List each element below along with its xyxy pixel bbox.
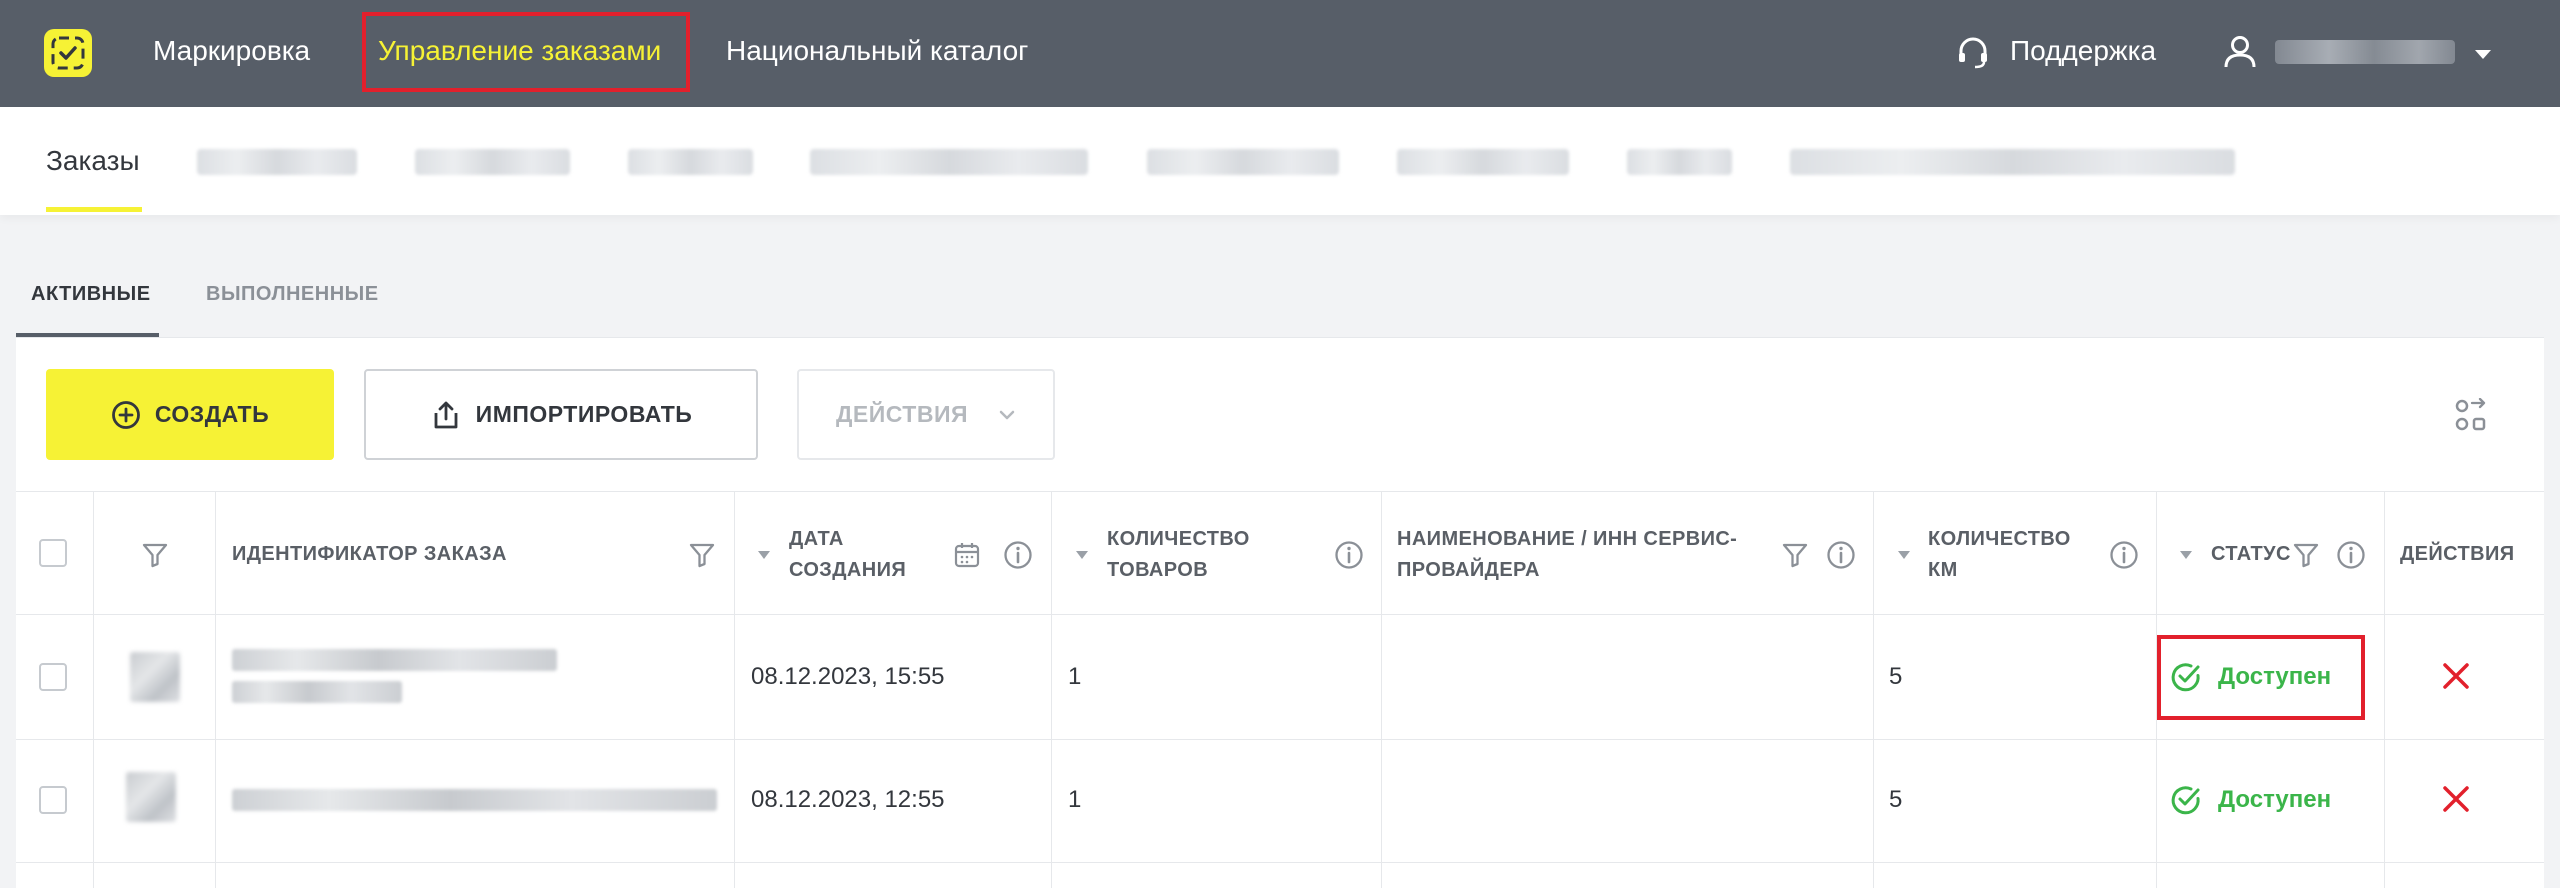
- chevron-down-icon[interactable]: [2475, 50, 2491, 59]
- row-divider: [16, 614, 2544, 615]
- row-divider: [16, 739, 2544, 740]
- subnav-item-redacted[interactable]: [1627, 149, 1732, 175]
- row-checkbox[interactable]: [39, 663, 67, 691]
- header-created-line2[interactable]: СОЗДАНИЯ: [789, 555, 906, 586]
- column-settings-icon[interactable]: [2454, 397, 2488, 437]
- subnav-item-redacted[interactable]: [1790, 149, 2235, 175]
- subnav-item-redacted[interactable]: [1147, 149, 1339, 175]
- import-button-label: ИМПОРТИРОВАТЬ: [475, 401, 693, 427]
- header-actions: ДЕЙСТВИЯ: [2400, 543, 2515, 565]
- row-checkbox[interactable]: [39, 786, 67, 814]
- header-status[interactable]: СТАТУС: [2211, 539, 2291, 570]
- sort-caret-icon[interactable]: [758, 551, 770, 559]
- sort-caret-icon[interactable]: [1898, 551, 1910, 559]
- filter-icon[interactable]: [688, 541, 716, 574]
- column-divider: [1873, 491, 1874, 888]
- header-order-id[interactable]: ИДЕНТИФИКАТОР ЗАКАЗА: [232, 539, 507, 570]
- column-divider: [1381, 491, 1382, 888]
- created-date: 08.12.2023, 15:55: [751, 663, 945, 690]
- filter-icon[interactable]: [2292, 541, 2320, 574]
- user-icon[interactable]: [2222, 34, 2258, 75]
- support-link[interactable]: Поддержка: [2010, 35, 2156, 67]
- info-icon[interactable]: [1003, 540, 1033, 575]
- calendar-icon[interactable]: [953, 541, 981, 574]
- order-id-redacted[interactable]: [232, 681, 402, 703]
- upload-icon: [434, 401, 458, 428]
- filter-icon[interactable]: [1781, 541, 1809, 574]
- create-button[interactable]: СОЗДАТЬ: [46, 369, 334, 460]
- user-name-redacted[interactable]: [2275, 40, 2455, 64]
- toolbar-divider: [16, 491, 2544, 492]
- select-all-checkbox[interactable]: [39, 539, 67, 567]
- sort-caret-icon[interactable]: [2180, 551, 2192, 559]
- column-divider: [215, 491, 216, 888]
- create-button-label: СОЗДАТЬ: [154, 401, 270, 427]
- subnav-orders[interactable]: Заказы: [46, 145, 140, 177]
- subnav-item-redacted[interactable]: [810, 149, 1088, 175]
- sort-caret-icon[interactable]: [1076, 551, 1088, 559]
- subnav-item-redacted[interactable]: [415, 149, 570, 175]
- column-divider: [93, 491, 94, 888]
- header-qty-line1[interactable]: КОЛИЧЕСТВО: [1107, 524, 1250, 555]
- column-divider: [2384, 491, 2385, 888]
- nav-national-catalog[interactable]: Национальный каталог: [726, 35, 1028, 67]
- info-icon[interactable]: [2336, 540, 2366, 575]
- app-logo-icon[interactable]: [44, 29, 92, 77]
- created-date: 08.12.2023, 12:55: [751, 786, 945, 813]
- column-divider: [1051, 491, 1052, 888]
- header-km-line2[interactable]: КМ: [1928, 555, 1958, 586]
- filter-icon[interactable]: [141, 541, 169, 574]
- info-icon[interactable]: [1826, 540, 1856, 575]
- subnav-item-redacted[interactable]: [1397, 149, 1569, 175]
- info-icon[interactable]: [1334, 540, 1364, 575]
- tab-active[interactable]: АКТИВНЫЕ: [31, 283, 151, 306]
- highlight-box-nav: [362, 12, 690, 92]
- headset-icon[interactable]: [1955, 35, 1991, 76]
- header-provider-line2[interactable]: ПРОВАЙДЕРА: [1397, 555, 1540, 586]
- column-divider: [734, 491, 735, 888]
- product-qty: 1: [1068, 663, 1082, 690]
- order-id-redacted[interactable]: [232, 649, 557, 671]
- km-qty: 5: [1889, 663, 1903, 690]
- tab-completed[interactable]: ВЫПОЛНЕННЫЕ: [206, 283, 379, 306]
- close-icon[interactable]: [2441, 661, 2471, 696]
- section-subnav: Заказы: [0, 107, 2560, 215]
- km-qty: 5: [1889, 786, 1903, 813]
- actions-dropdown[interactable]: ДЕЙСТВИЯ: [797, 369, 1055, 460]
- import-button[interactable]: ИМПОРТИРОВАТЬ: [364, 369, 758, 460]
- header-qty-line2[interactable]: ТОВАРОВ: [1107, 555, 1208, 586]
- subnav-item-redacted[interactable]: [628, 149, 753, 175]
- nav-marking[interactable]: Маркировка: [153, 35, 310, 67]
- plus-circle-icon: [111, 400, 140, 429]
- header-provider-line1[interactable]: НАИМЕНОВАНИЕ / ИНН СЕРВИС-: [1397, 524, 1737, 555]
- highlight-box-status: [2157, 635, 2365, 720]
- order-id-redacted[interactable]: [232, 789, 717, 811]
- status-badge: Доступен: [2218, 786, 2332, 813]
- subnav-item-redacted[interactable]: [197, 149, 357, 175]
- row-divider: [16, 862, 2544, 863]
- chevron-down-icon: [999, 410, 1015, 419]
- top-header: Маркировка Управление заказами Националь…: [0, 0, 2560, 107]
- header-created-line1[interactable]: ДАТА: [789, 524, 844, 555]
- subnav-active-underline: [46, 207, 142, 212]
- close-icon[interactable]: [2441, 784, 2471, 819]
- info-icon[interactable]: [2109, 540, 2139, 575]
- row-thumbnail-redacted: [130, 652, 180, 702]
- row-thumbnail-redacted: [126, 772, 176, 822]
- check-circle-icon: [2170, 784, 2202, 821]
- actions-dropdown-label: ДЕЙСТВИЯ: [835, 401, 969, 427]
- product-qty: 1: [1068, 786, 1082, 813]
- header-km-line1[interactable]: КОЛИЧЕСТВО: [1928, 524, 2071, 555]
